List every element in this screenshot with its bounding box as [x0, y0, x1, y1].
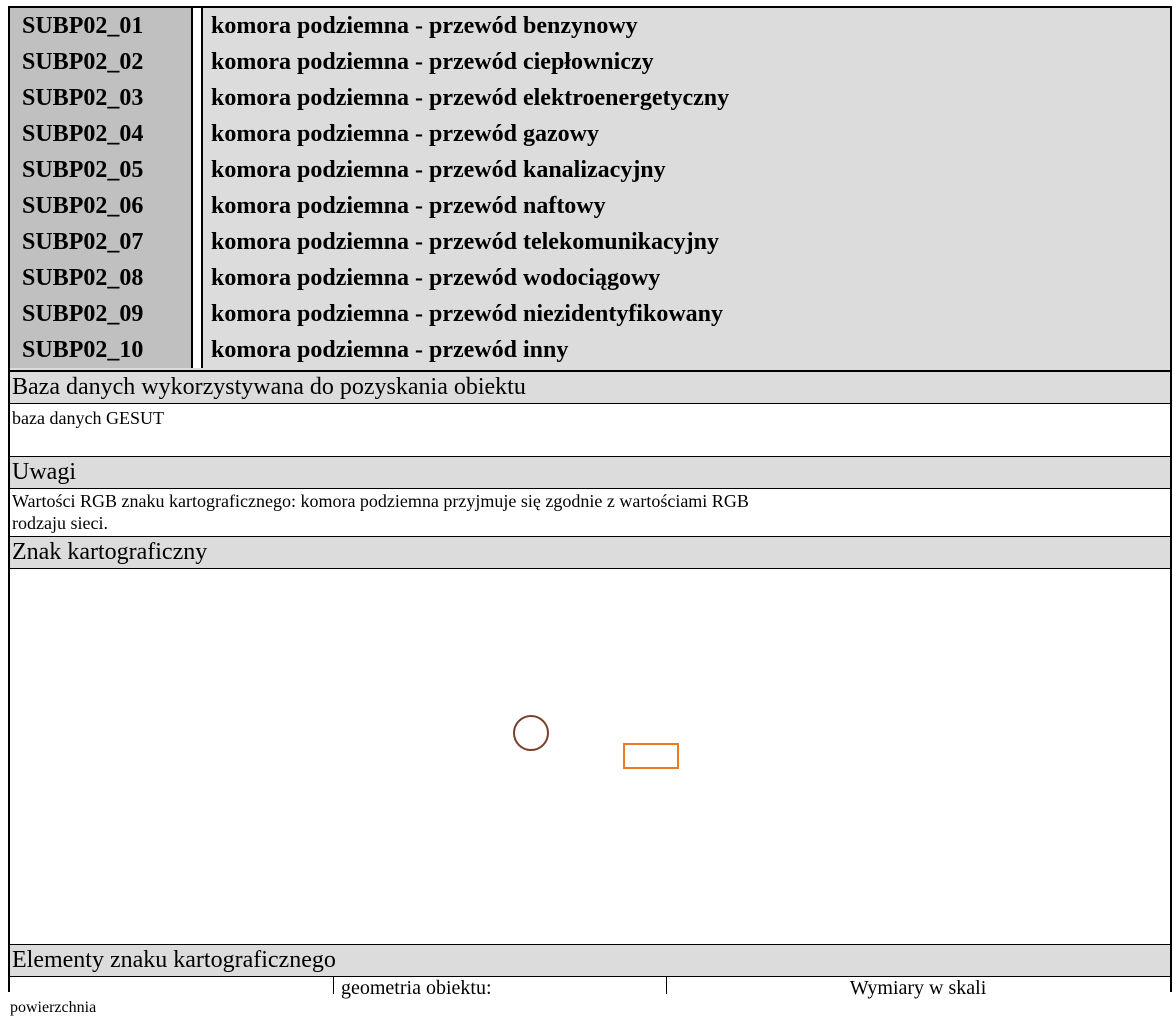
column-separator — [191, 260, 203, 296]
feature-code: SUBP02_04 — [10, 116, 191, 152]
code-row: SUBP02_01 komora podziemna - przewód benz… — [10, 8, 1170, 44]
scales-header: Wymiary w skali — [849, 977, 987, 999]
notes-line-1: Wartości RGB znaku kartograficznego: kom… — [12, 491, 749, 511]
notes-heading: Uwagi — [10, 457, 1170, 488]
symbol-svg — [513, 715, 679, 769]
column-separator — [191, 332, 203, 368]
feature-description: komora podziemna - przewód kanalizacyjny — [211, 157, 666, 183]
code-row: SUBP02_10 komora podziemna - przewód inny — [10, 332, 1170, 368]
column-separator — [191, 188, 203, 224]
feature-description: komora podziemna - przewód ciepłowniczy — [211, 49, 654, 75]
divider — [10, 403, 1170, 404]
geometry-label: geometria obiektu: — [341, 977, 492, 999]
database-value: baza danych GESUT — [12, 408, 164, 428]
code-row: SUBP02_07 komora podziemna - przewód tele… — [10, 224, 1170, 260]
column-separator — [191, 44, 203, 80]
feature-description: komora podziemna - przewód benzynowy — [211, 13, 638, 39]
code-row: SUBP02_09 komora podziemna - przewód niez… — [10, 296, 1170, 332]
feature-code: SUBP02_02 — [10, 44, 191, 80]
divider — [10, 488, 1170, 489]
database-heading: Baza danych wykorzystywana do pozyskania… — [10, 372, 1170, 403]
column-separator — [191, 296, 203, 332]
code-row: SUBP02_02 komora podziemna - przewód ciep… — [10, 44, 1170, 80]
document-page: SUBP02_01 komora podziemna - przewód benz… — [8, 6, 1172, 999]
feature-code: SUBP02_01 — [10, 8, 191, 44]
column-separator — [191, 116, 203, 152]
code-table: SUBP02_01 komora podziemna - przewód benz… — [10, 8, 1170, 370]
geometry-value: powierzchnia — [10, 999, 97, 1016]
feature-description: komora podziemna - przewód telekomunikac… — [211, 229, 719, 255]
feature-description: komora podziemna - przewód niezidentyfik… — [211, 301, 723, 327]
chamber-rectangle-symbol — [623, 743, 679, 769]
feature-description: komora podziemna - przewód naftowy — [211, 193, 606, 219]
column-separator — [191, 152, 203, 188]
notes-text: Wartości RGB znaku kartograficznego: kom… — [10, 490, 1170, 534]
column-separator — [191, 224, 203, 260]
notes-line-2: rodzaju sieci. — [12, 513, 108, 533]
code-row: SUBP02_04 komora podziemna - przewód gazo… — [10, 116, 1170, 152]
feature-code: SUBP02_08 — [10, 260, 191, 296]
feature-description: komora podziemna - przewód inny — [211, 337, 569, 363]
feature-description: komora podziemna - przewód wodociągowy — [211, 265, 661, 291]
feature-code: SUBP02_10 — [10, 332, 191, 368]
feature-code: SUBP02_09 — [10, 296, 191, 332]
code-row: SUBP02_03 komora podziemna - przewód elek… — [10, 80, 1170, 116]
symbol-preview — [10, 569, 1170, 859]
table-border — [333, 977, 334, 994]
chamber-circle-symbol — [513, 715, 549, 751]
symbol-heading: Znak kartograficzny — [10, 537, 1170, 568]
feature-description: komora podziemna - przewód gazowy — [211, 121, 599, 147]
column-separator — [191, 80, 203, 116]
code-row: SUBP02_06 komora podziemna - przewód naft… — [10, 188, 1170, 224]
feature-code: SUBP02_03 — [10, 80, 191, 116]
feature-code: SUBP02_05 — [10, 152, 191, 188]
column-separator — [191, 8, 203, 44]
code-row: SUBP02_05 komora podziemna - przewód kana… — [10, 152, 1170, 188]
feature-code: SUBP02_07 — [10, 224, 191, 260]
feature-code: SUBP02_06 — [10, 188, 191, 224]
elements-heading: Elementy znaku kartograficznego — [10, 945, 1170, 976]
code-row: SUBP02_08 komora podziemna - przewód wodo… — [10, 260, 1170, 296]
feature-description: komora podziemna - przewód elektroenerge… — [211, 85, 730, 111]
